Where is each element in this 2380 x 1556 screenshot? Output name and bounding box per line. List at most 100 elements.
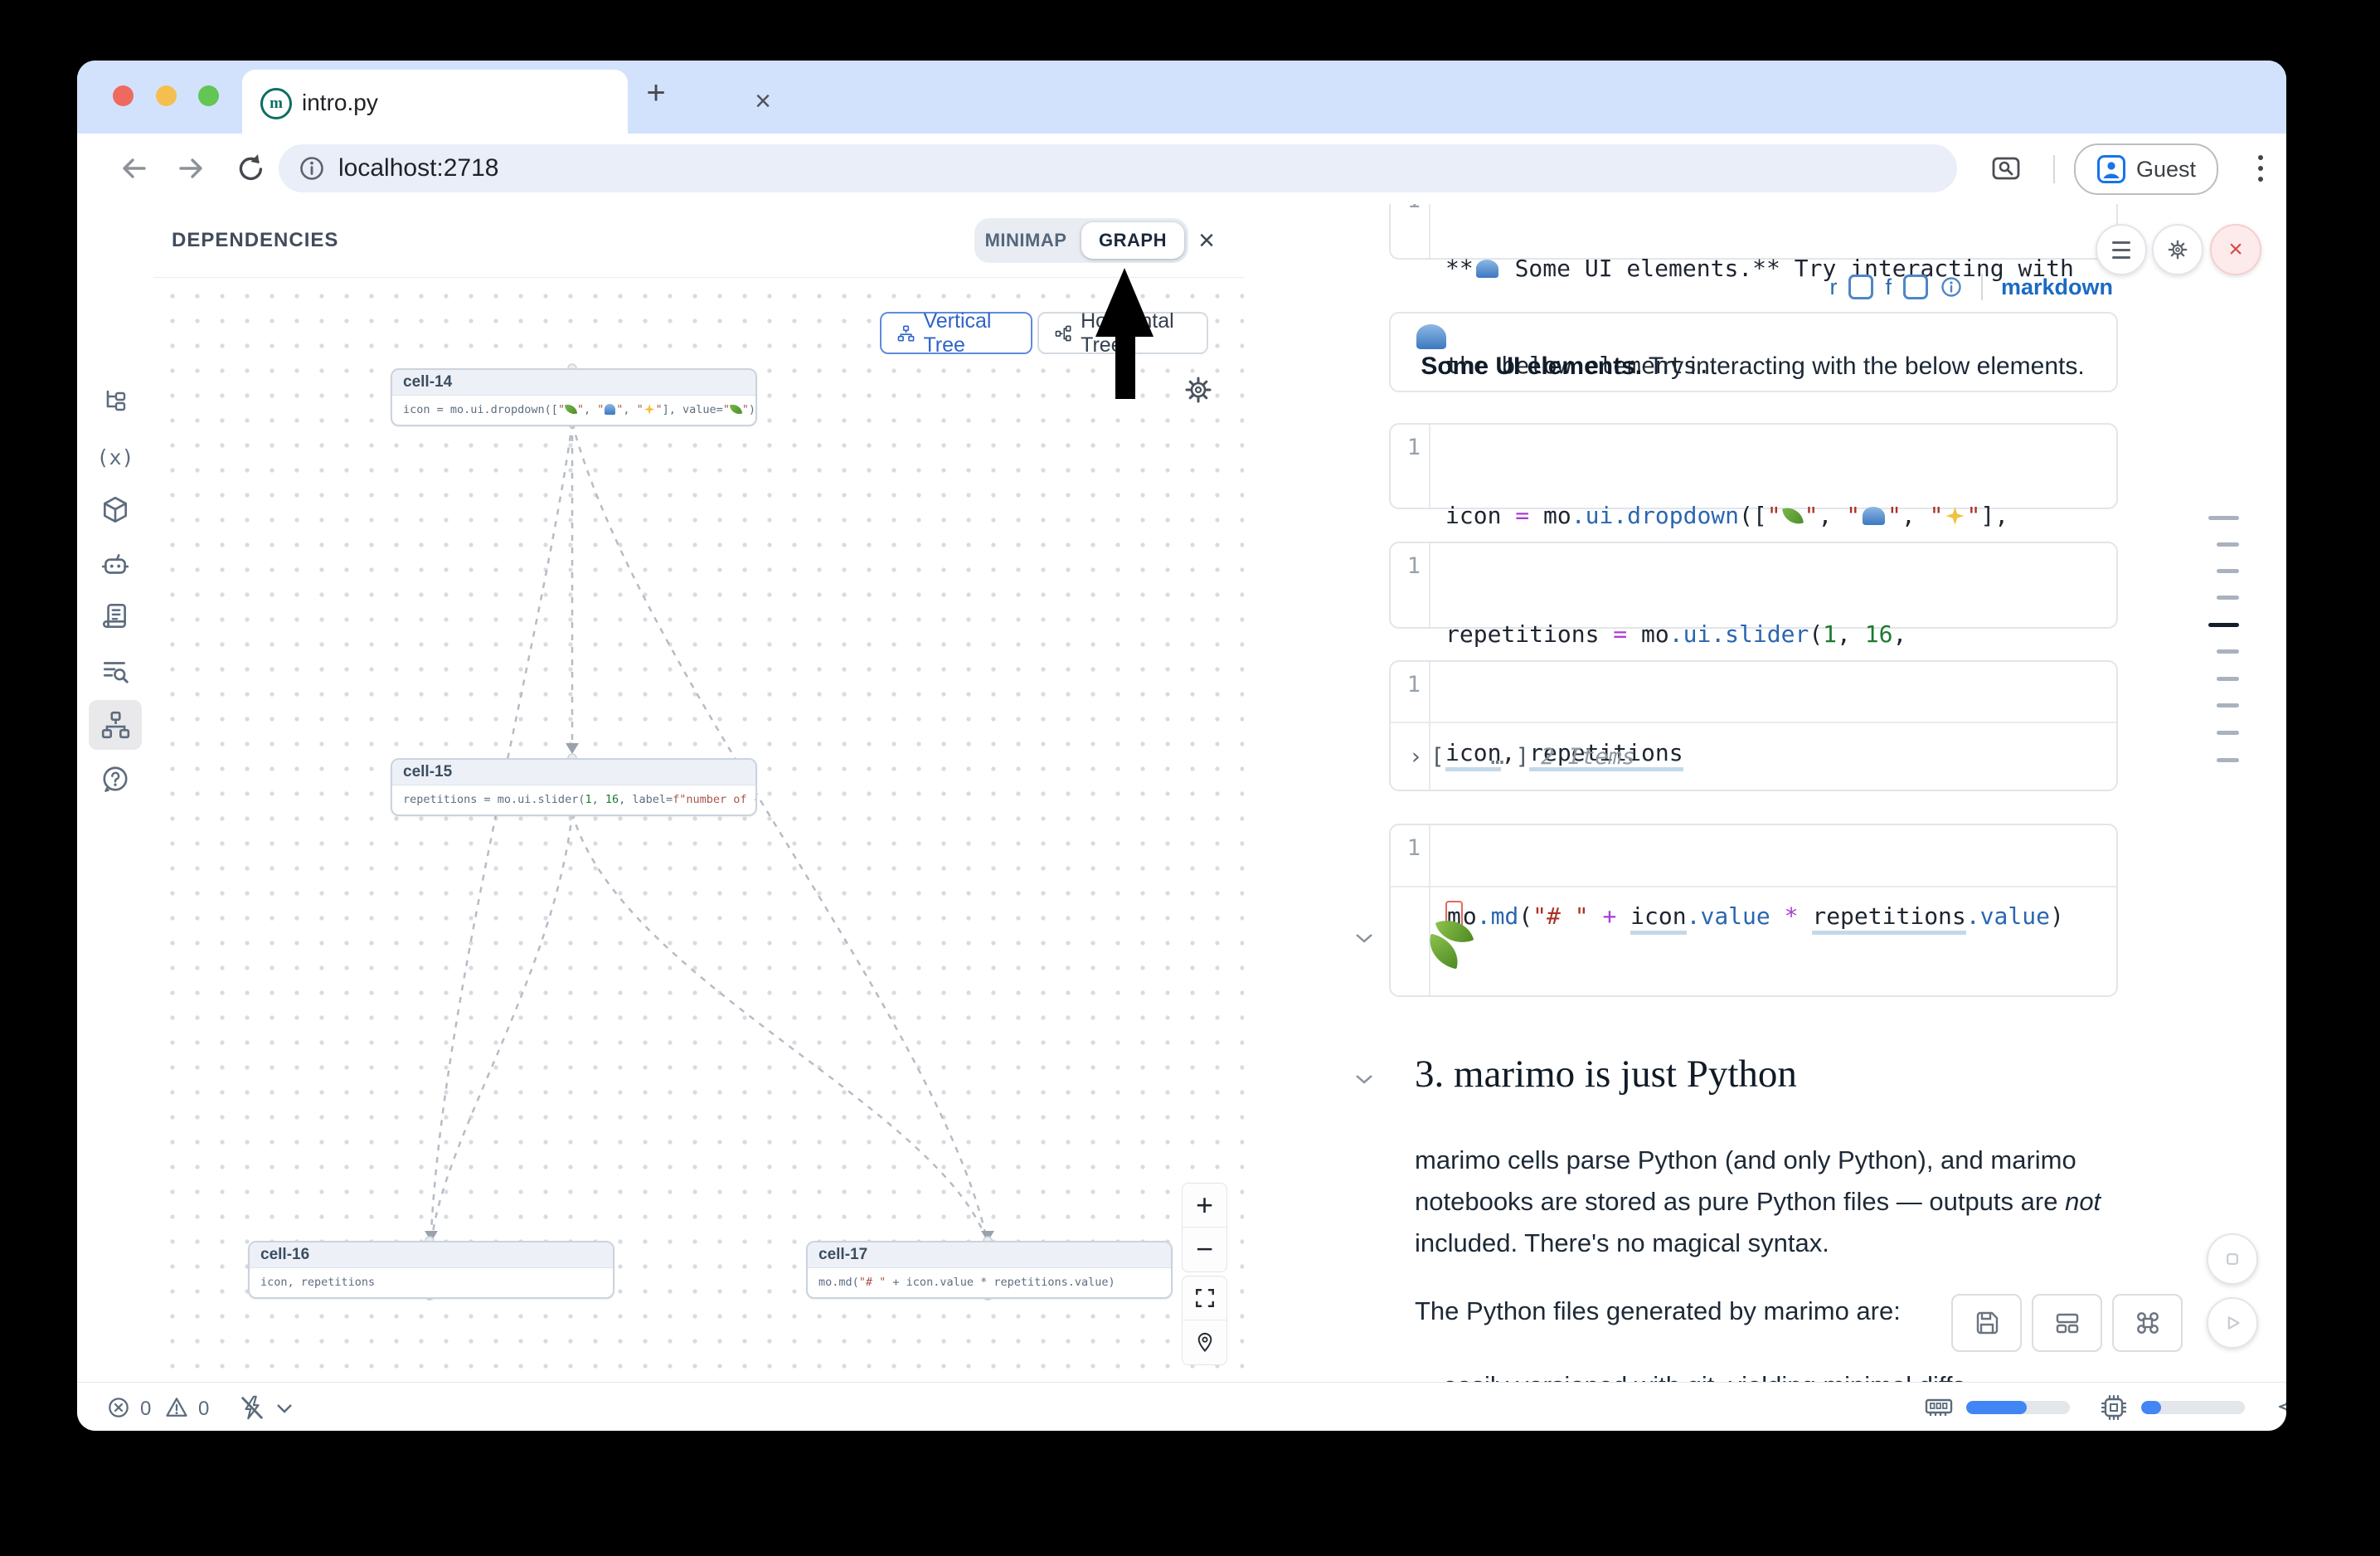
graph-node-cell-14[interactable]: cell-14 icon = mo.ui.dropdown(["", "", "… (391, 368, 757, 426)
minimap-cell-marker[interactable] (2217, 542, 2239, 547)
command-button[interactable] (2112, 1294, 2183, 1352)
stop-button[interactable] (2207, 1233, 2258, 1285)
collapse-output-icon[interactable] (1353, 931, 1375, 946)
back-icon[interactable] (117, 151, 152, 186)
paragraph-line: marimo cells parse Python (and only Pyth… (1415, 1140, 2095, 1181)
reload-icon[interactable] (233, 151, 268, 186)
paragraph: The Python files generated by marimo are… (1415, 1291, 1901, 1332)
horizontal-tree-button[interactable]: Horizontal Tree (1037, 312, 1208, 354)
window-zoom-button[interactable] (198, 85, 219, 106)
cpu-usage-bar (2141, 1401, 2245, 1414)
cell-menu-button[interactable] (2096, 224, 2147, 275)
graph-node-cell-15[interactable]: cell-15 repetitions = mo.ui.slider(1, 16… (391, 758, 757, 816)
sidebar-rail: (x) (77, 204, 154, 1382)
graph-node-cell-16[interactable]: cell-16 icon, repetitions (248, 1241, 614, 1299)
errors-icon[interactable] (105, 1394, 132, 1421)
output-text: Some UI elements. Try interacting with t… (1414, 324, 2116, 381)
memory-usage-bar (1966, 1401, 2070, 1414)
dependency-graph-icon (100, 709, 131, 741)
minimap-cell-marker[interactable] (2208, 516, 2239, 520)
minimap-cell-marker[interactable] (2217, 649, 2239, 654)
vertical-tree-button[interactable]: Vertical Tree (880, 312, 1032, 354)
warnings-icon[interactable] (163, 1394, 190, 1421)
cell-toolbar: r f markdown (1389, 269, 2118, 305)
layout-button[interactable] (2032, 1294, 2102, 1352)
clipped-paragraph: easily versioned with git, yielding mini… (1443, 1365, 1965, 1382)
sidebar-item-file-tree[interactable] (89, 377, 142, 427)
zoom-in-button[interactable]: + (1183, 1184, 1226, 1227)
markdown-source-cell[interactable]: 1 ** Some UI elements.** Try interacting… (1389, 204, 2118, 260)
node-title: cell-17 (818, 1246, 867, 1264)
minimap-cell-marker[interactable] (2217, 703, 2239, 707)
locate-button[interactable] (1183, 1320, 1226, 1364)
expand-chevron[interactable]: › (1409, 744, 1422, 770)
markdown-output: Some UI elements. Try interacting with t… (1389, 312, 2118, 392)
fit-view-button[interactable] (1183, 1276, 1226, 1320)
chevron-down-icon[interactable] (274, 1401, 294, 1416)
node-title: cell-15 (403, 763, 452, 781)
run-button[interactable] (2207, 1297, 2258, 1349)
code-cell-md[interactable]: 1 mo.md("# " + icon.value * repetitions.… (1389, 824, 2118, 997)
minimap-cell-marker[interactable] (2217, 731, 2239, 735)
browser-tab[interactable]: m intro.py × (242, 70, 628, 134)
autorun-disabled-icon[interactable] (238, 1393, 266, 1422)
sidebar-item-ai-chat[interactable] (89, 540, 142, 590)
code-cell-refs[interactable]: 1 icon, repetitions › [ … ] 2 Items (1389, 660, 2118, 791)
cpu-icon[interactable] (2099, 1393, 2129, 1422)
sidebar-item-dependency-graph[interactable] (89, 700, 142, 750)
profile-button[interactable]: Guest (2074, 143, 2218, 195)
sidebar-item-search-logs[interactable] (89, 646, 142, 696)
package-cube-icon (100, 494, 131, 526)
node-code: repetitions = mo.ui.slider(1, 16, label=… (392, 785, 755, 813)
minimap-cell-marker[interactable] (2217, 569, 2239, 573)
sidebar-item-variables[interactable]: (x) (89, 432, 142, 482)
sidebar-item-scratchpad[interactable] (89, 591, 142, 641)
new-tab-button[interactable]: + (638, 75, 674, 112)
error-count: 0 (140, 1398, 151, 1421)
section-heading: 3. marimo is just Python (1415, 1052, 1797, 1096)
f-checkbox[interactable] (1903, 275, 1928, 299)
code-cell-dropdown[interactable]: 1 icon = mo.ui.dropdown(["", "", ""], va… (1389, 423, 2118, 509)
tab-close-icon[interactable]: × (746, 85, 780, 118)
line-number: 1 (1391, 204, 1430, 258)
minimap-cell-marker-active[interactable] (2208, 623, 2239, 627)
site-info-icon[interactable] (297, 153, 327, 183)
graph-canvas[interactable] (153, 277, 1244, 1382)
forward-icon[interactable] (173, 151, 208, 186)
notebook-pane: 1 ** Some UI elements.** Try interacting… (1244, 204, 2286, 1382)
guest-avatar-icon (2096, 154, 2126, 184)
window-close-button[interactable] (113, 85, 134, 106)
browser-menu-icon[interactable] (2248, 148, 2273, 188)
toggle-r-label: r (1829, 275, 1837, 300)
zoom-out-button[interactable]: − (1183, 1227, 1226, 1271)
url-bar[interactable]: localhost:2718 (279, 144, 1957, 192)
tab-minimap[interactable]: MINIMAP (974, 230, 1077, 251)
cell-console-output[interactable]: › [ … ] 2 Items (1391, 722, 2116, 790)
graph-node-cell-17[interactable]: cell-17 mo.md("# " + icon.value * repeti… (806, 1241, 1173, 1299)
cell-settings-button[interactable] (2152, 224, 2203, 275)
r-checkbox[interactable] (1848, 275, 1873, 299)
horizontal-tree-label: Horizontal Tree (1081, 309, 1192, 357)
delete-cell-button[interactable]: × (2210, 224, 2261, 275)
tab-search-icon[interactable] (1989, 151, 2024, 186)
panel-close-icon[interactable]: × (1188, 222, 1225, 259)
minimap-cell-marker[interactable] (2217, 758, 2239, 762)
language-badge[interactable]: markdown (2001, 275, 2113, 300)
info-icon[interactable] (1940, 275, 1963, 299)
node-code: icon, repetitions (250, 1268, 613, 1296)
minimap-cell-marker[interactable] (2217, 596, 2239, 600)
vertical-tree-icon (896, 322, 915, 345)
ai-sparkle-icon[interactable] (2276, 1393, 2286, 1422)
graph-zoom-controls: + − (1182, 1183, 1227, 1272)
sidebar-item-help[interactable] (89, 755, 142, 805)
tab-graph[interactable]: GRAPH (1081, 222, 1184, 259)
graph-settings-icon[interactable] (1180, 372, 1217, 408)
collapse-section-icon[interactable] (1353, 1072, 1375, 1087)
window-minimize-button[interactable] (156, 85, 177, 106)
node-code: icon = mo.ui.dropdown(["", "", ""], valu… (392, 396, 755, 423)
sidebar-item-packages[interactable] (89, 485, 142, 535)
save-button[interactable] (1951, 1294, 2022, 1352)
code-cell-slider[interactable]: 1 repetitions = mo.ui.slider(1, 16, labe… (1389, 542, 2118, 629)
minimap-cell-marker[interactable] (2217, 677, 2239, 681)
memory-icon[interactable] (1924, 1393, 1954, 1422)
